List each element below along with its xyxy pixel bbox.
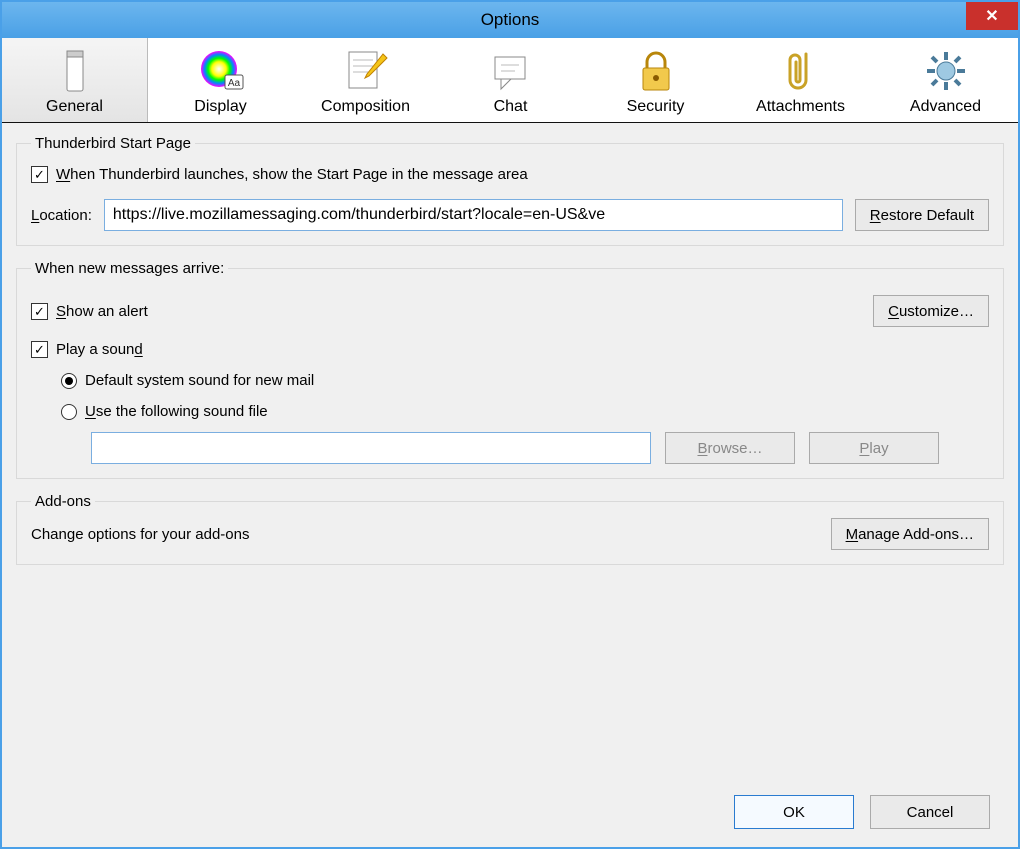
tab-chat[interactable]: Chat <box>438 38 583 122</box>
sound-file-label[interactable]: Use the following sound file <box>85 403 268 420</box>
chat-icon <box>438 46 583 96</box>
addons-description: Change options for your add-ons <box>31 526 249 543</box>
play-sound-checkbox[interactable]: ✓ <box>31 341 48 358</box>
tab-general[interactable]: General <box>2 38 148 122</box>
category-tabs: General Aa Display Composition <box>2 38 1018 123</box>
dialog-footer: OK Cancel <box>16 777 1004 847</box>
location-label: Location: <box>31 207 92 224</box>
tab-label: Chat <box>438 98 583 116</box>
manage-addons-button[interactable]: Manage Add-ons… <box>831 518 989 550</box>
sound-file-path-input[interactable] <box>91 432 651 464</box>
tab-label: Advanced <box>873 98 1018 116</box>
group-legend: When new messages arrive: <box>31 260 228 277</box>
sound-default-label[interactable]: Default system sound for new mail <box>85 372 314 389</box>
group-start-page: Thunderbird Start Page ✓ When Thunderbir… <box>16 135 1004 246</box>
options-window: Options ✕ General Aa Display <box>0 0 1020 849</box>
play-sound-label[interactable]: Play a sound <box>56 341 143 358</box>
group-legend: Thunderbird Start Page <box>31 135 195 152</box>
tab-advanced[interactable]: Advanced <box>873 38 1018 122</box>
cancel-button[interactable]: Cancel <box>870 795 990 829</box>
close-icon: ✕ <box>985 6 998 26</box>
tab-label: General <box>2 98 147 116</box>
general-icon <box>2 46 147 96</box>
show-alert-label[interactable]: Show an alert <box>56 303 148 320</box>
tab-security[interactable]: Security <box>583 38 728 122</box>
start-page-url-input[interactable] <box>104 199 843 231</box>
group-new-messages: When new messages arrive: ✓ Show an aler… <box>16 260 1004 479</box>
group-legend: Add-ons <box>31 493 95 510</box>
browse-sound-button[interactable]: Browse… <box>665 432 795 464</box>
display-icon: Aa <box>148 46 293 96</box>
titlebar: Options ✕ <box>2 2 1018 38</box>
window-title: Options <box>481 10 540 30</box>
group-addons: Add-ons Change options for your add-ons … <box>16 493 1004 565</box>
sound-default-radio[interactable] <box>61 373 77 389</box>
show-alert-checkbox[interactable]: ✓ <box>31 303 48 320</box>
svg-text:Aa: Aa <box>227 78 240 89</box>
customize-alert-button[interactable]: Customize… <box>873 295 989 327</box>
play-sound-button[interactable]: Play <box>809 432 939 464</box>
show-start-page-checkbox[interactable]: ✓ <box>31 166 48 183</box>
sound-file-radio[interactable] <box>61 404 77 420</box>
tab-label: Attachments <box>728 98 873 116</box>
advanced-icon <box>873 46 1018 96</box>
tab-label: Composition <box>293 98 438 116</box>
content-panel: Thunderbird Start Page ✓ When Thunderbir… <box>2 123 1018 847</box>
tab-label: Display <box>148 98 293 116</box>
security-icon <box>583 46 728 96</box>
tab-label: Security <box>583 98 728 116</box>
attachments-icon <box>728 46 873 96</box>
restore-default-button[interactable]: Restore Default <box>855 199 989 231</box>
tab-attachments[interactable]: Attachments <box>728 38 873 122</box>
tab-display[interactable]: Aa Display <box>148 38 293 122</box>
ok-button[interactable]: OK <box>734 795 854 829</box>
show-start-page-label[interactable]: When Thunderbird launches, show the Star… <box>56 166 528 183</box>
close-button[interactable]: ✕ <box>966 2 1018 30</box>
tab-composition[interactable]: Composition <box>293 38 438 122</box>
composition-icon <box>293 46 438 96</box>
